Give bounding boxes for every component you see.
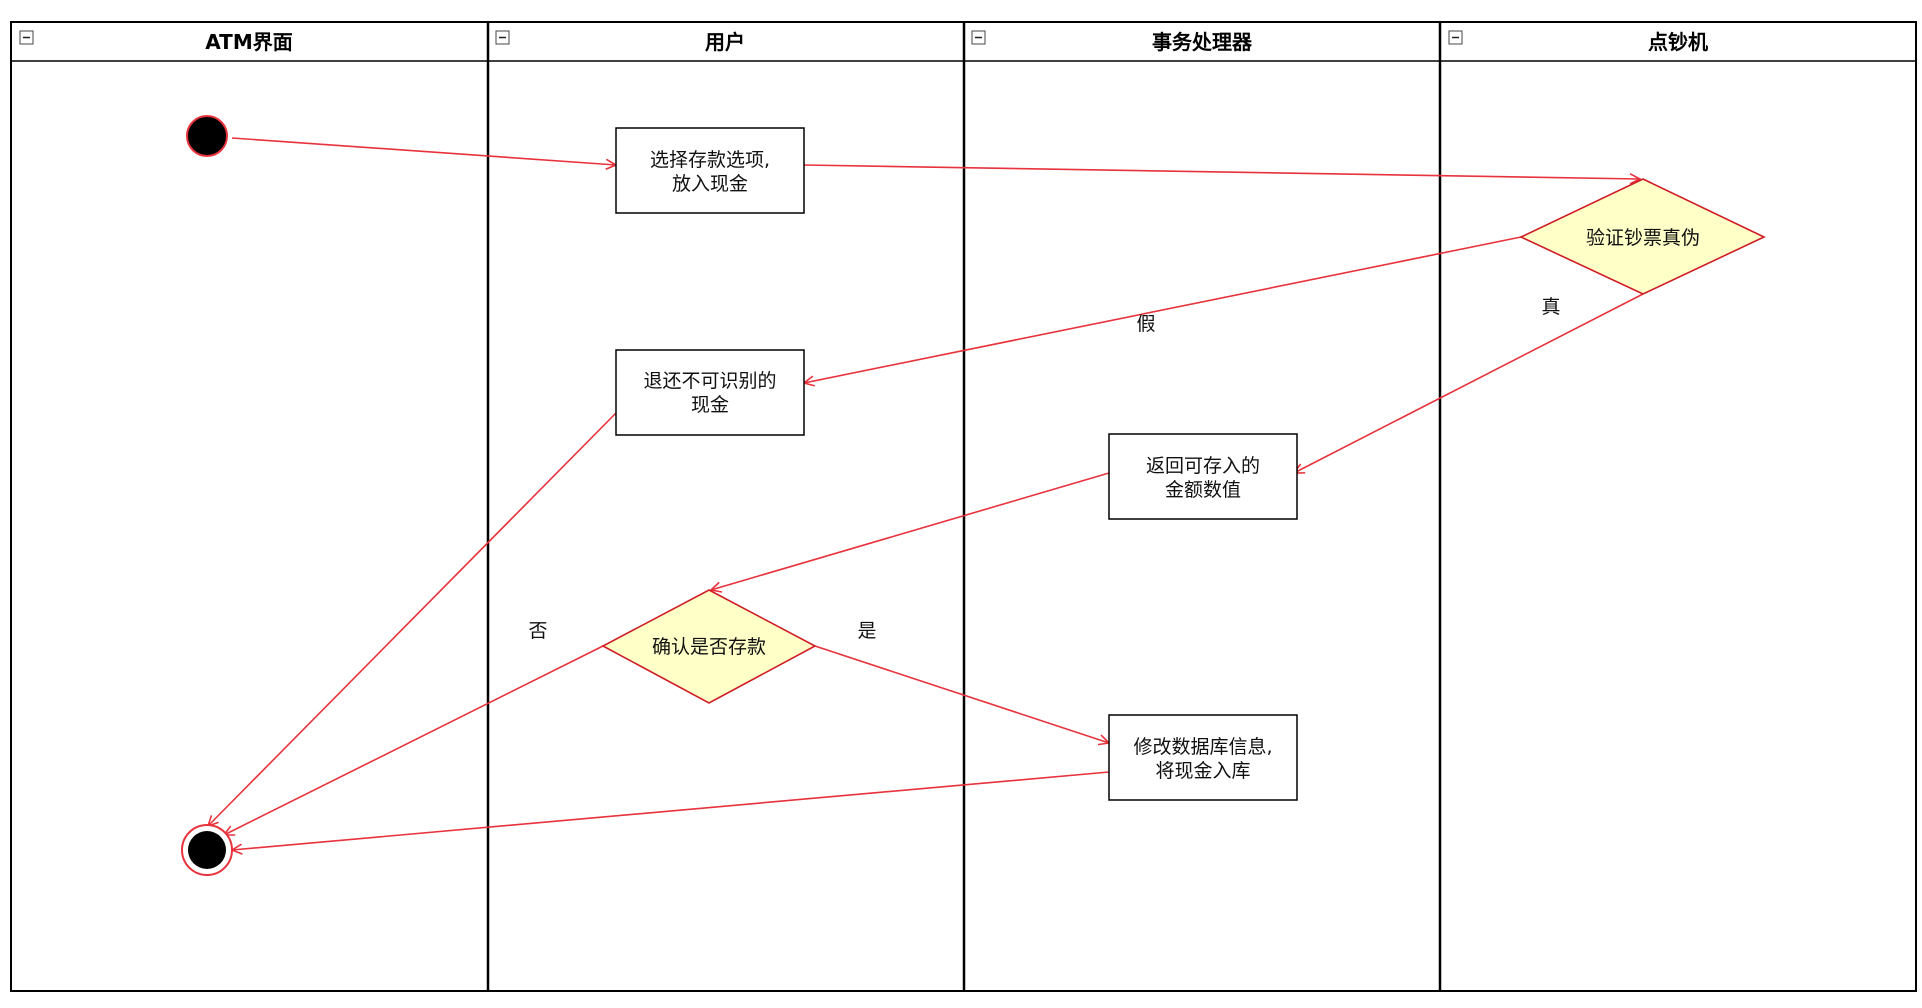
edge-label-false: 假: [1136, 313, 1155, 335]
edge-label-true: 真: [1541, 296, 1560, 318]
collapse-icon[interactable]: [495, 30, 510, 45]
lane-title-transaction: 事务处理器: [1152, 30, 1253, 54]
node-label: 修改数据库信息,: [1133, 736, 1272, 758]
node-label: 现金: [691, 394, 729, 416]
action-return-cash[interactable]: 退还不可识别的 现金: [615, 349, 805, 436]
collapse-icon[interactable]: [1448, 30, 1463, 45]
action-return-amount[interactable]: 返回可存入的 金额数值: [1108, 433, 1298, 520]
node-label: 金额数值: [1165, 479, 1241, 501]
node-label: 验证钞票真伪: [1586, 227, 1700, 249]
action-update-db[interactable]: 修改数据库信息, 将现金入库: [1108, 714, 1298, 801]
node-label: 退还不可识别的: [643, 370, 776, 392]
node-label: 选择存款选项,: [650, 149, 770, 171]
node-label: 放入现金: [672, 173, 748, 195]
lane-title-counter: 点钞机: [1648, 30, 1708, 54]
activity-diagram: ATM界面 用户 事务处理器 点钞机 假 真 否 是 选择存款选项, 放入现金 …: [10, 21, 1917, 992]
node-label: 确认是否存款: [652, 636, 766, 658]
collapse-icon[interactable]: [971, 30, 986, 45]
collapse-icon[interactable]: [19, 30, 34, 45]
node-label: 将现金入库: [1155, 760, 1250, 782]
node-label: 返回可存入的: [1146, 455, 1260, 477]
start-node[interactable]: [186, 115, 228, 157]
edge-label-no: 否: [528, 620, 547, 642]
lane-title-atm: ATM界面: [205, 30, 292, 54]
lane-title-user: 用户: [705, 30, 745, 54]
edge-label-yes: 是: [857, 620, 876, 642]
action-select-deposit[interactable]: 选择存款选项, 放入现金: [615, 127, 805, 214]
end-node[interactable]: [181, 824, 233, 876]
